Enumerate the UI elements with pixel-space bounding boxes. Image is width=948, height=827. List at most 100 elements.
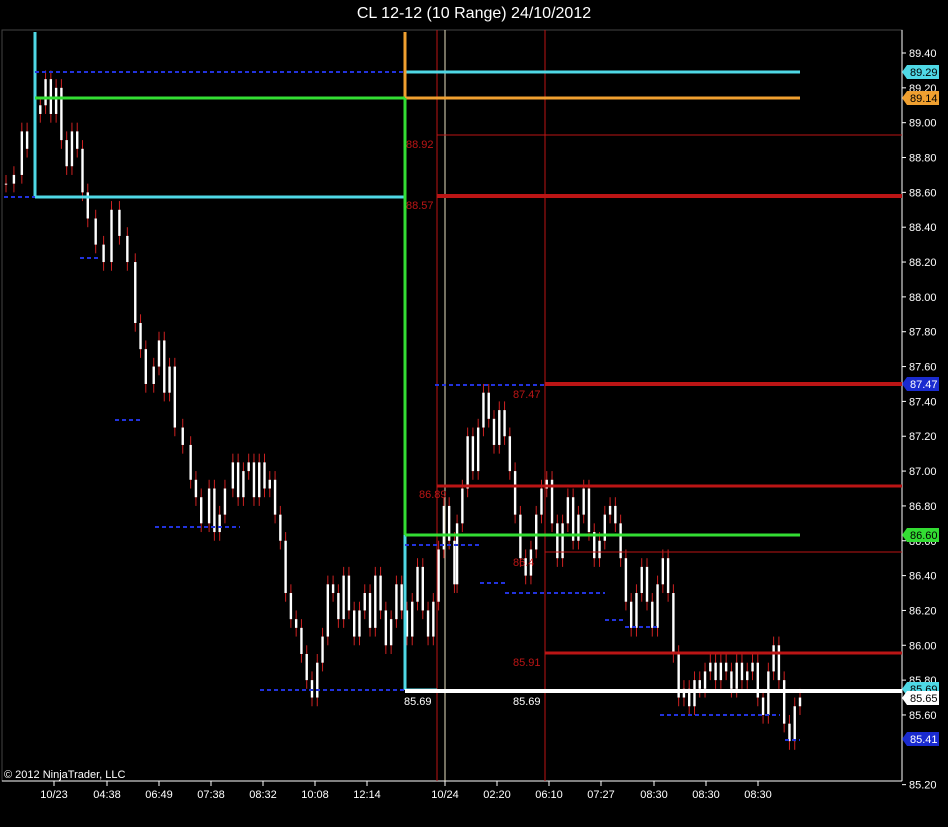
price-bar [25, 131, 29, 149]
price-bar [740, 662, 744, 681]
annotation-85-69-left: 85.69 [404, 696, 432, 708]
x-tick-label: 04:38 [93, 789, 121, 801]
price-bar [751, 662, 754, 672]
price-bar [379, 575, 382, 611]
plot-frame [1, 29, 903, 782]
price-bar [252, 462, 256, 498]
price-bar [263, 462, 266, 489]
price-bar [624, 558, 628, 602]
x-tick-label: 10/24 [431, 789, 459, 801]
price-bar [236, 462, 240, 498]
y-tick-label: 89.40 [909, 48, 937, 60]
price-bar [482, 392, 485, 428]
price-bar [498, 410, 501, 445]
price-bar [782, 680, 786, 724]
y-tick-label: 88.20 [909, 257, 937, 269]
price-bar [173, 366, 177, 428]
price-bar [207, 488, 211, 524]
price-bar [426, 610, 430, 637]
price-tag-89-14: 89.14 [910, 93, 938, 105]
price-bar [316, 662, 319, 698]
price-bar [289, 593, 293, 620]
price-bar [231, 462, 235, 489]
level-lines [4, 30, 902, 781]
price-bar [94, 218, 97, 245]
price-bar [118, 209, 121, 236]
price-bar [400, 584, 403, 611]
price-bar [455, 523, 459, 585]
y-tick-label: 86.40 [909, 571, 937, 583]
y-tick-label: 88.80 [909, 153, 937, 165]
y-tick-label: 87.60 [909, 362, 937, 374]
price-bar [535, 514, 538, 550]
x-tick-label: 10:08 [301, 789, 329, 801]
price-bar [163, 340, 166, 393]
price-bar [321, 636, 324, 663]
y-tick-label: 88.00 [909, 292, 937, 304]
price-bar [724, 662, 728, 672]
price-bar [513, 471, 517, 515]
price-bar [384, 610, 388, 646]
price-bar [411, 601, 414, 637]
price-tag-86-60: 86.60 [910, 530, 938, 542]
price-bar [374, 575, 377, 628]
x-tick-label: 06:49 [145, 789, 173, 801]
price-bar [798, 697, 802, 707]
price-bar [65, 140, 68, 167]
price-bar [81, 148, 84, 193]
annotation-87-47: 87.47 [513, 389, 541, 401]
x-tick-label: 08:32 [249, 789, 277, 801]
price-bar [189, 444, 192, 480]
price-bar [168, 366, 171, 393]
price-bar [672, 593, 675, 654]
price-bar [656, 584, 659, 628]
price-bar [735, 662, 738, 689]
price-bar [44, 79, 47, 106]
price-bar [719, 662, 723, 681]
price-bar [772, 645, 775, 672]
price-bar [788, 723, 791, 742]
price-bar [152, 366, 155, 384]
y-tick-label: 87.40 [909, 396, 937, 408]
price-bar [337, 593, 340, 620]
y-tick-label: 89.00 [909, 118, 937, 130]
price-bar [242, 471, 245, 498]
price-bar [300, 627, 303, 654]
price-bar [421, 566, 424, 611]
annotation-86-4: 86.4 [513, 557, 534, 569]
price-tag-89-29: 89.29 [910, 67, 938, 79]
price-bar [561, 523, 564, 559]
x-tick-label: 06:10 [535, 789, 563, 801]
price-bar [310, 680, 314, 698]
price-bar [614, 505, 617, 524]
y-tick-label: 85.60 [909, 710, 937, 722]
price-bar [471, 436, 475, 472]
chart-window: CL 12-12 (10 Range) 24/10/2012 89.40 89.2… [0, 0, 948, 827]
price-bar [139, 323, 142, 350]
price-chart[interactable]: 89.4089.2089.0088.8088.6088.4088.2088.00… [0, 0, 948, 827]
price-bar [223, 488, 227, 515]
price-bar [767, 671, 770, 715]
price-bar [666, 558, 670, 594]
price-bar [326, 584, 330, 637]
price-bar [368, 593, 372, 628]
y-tick-label: 88.40 [909, 222, 937, 234]
price-bar [102, 244, 105, 263]
price-bar [358, 610, 361, 637]
price-bar [619, 523, 622, 559]
price-bar [587, 488, 591, 533]
price-tag-85-65: 85.65 [910, 693, 938, 705]
price-bar [268, 479, 271, 489]
price-bar [651, 601, 654, 628]
y-tick-label: 87.80 [909, 327, 937, 339]
y-tick-label: 86.80 [909, 501, 937, 513]
x-tick-label: 08:30 [692, 789, 720, 801]
price-bar [126, 235, 129, 263]
price-bar [777, 645, 781, 681]
x-tick-label: 02:20 [483, 789, 511, 801]
price-bar [635, 593, 638, 628]
price-bar [157, 340, 161, 367]
x-tick-label: 10/23 [40, 789, 68, 801]
price-bar [258, 462, 261, 498]
price-bar [347, 575, 351, 611]
